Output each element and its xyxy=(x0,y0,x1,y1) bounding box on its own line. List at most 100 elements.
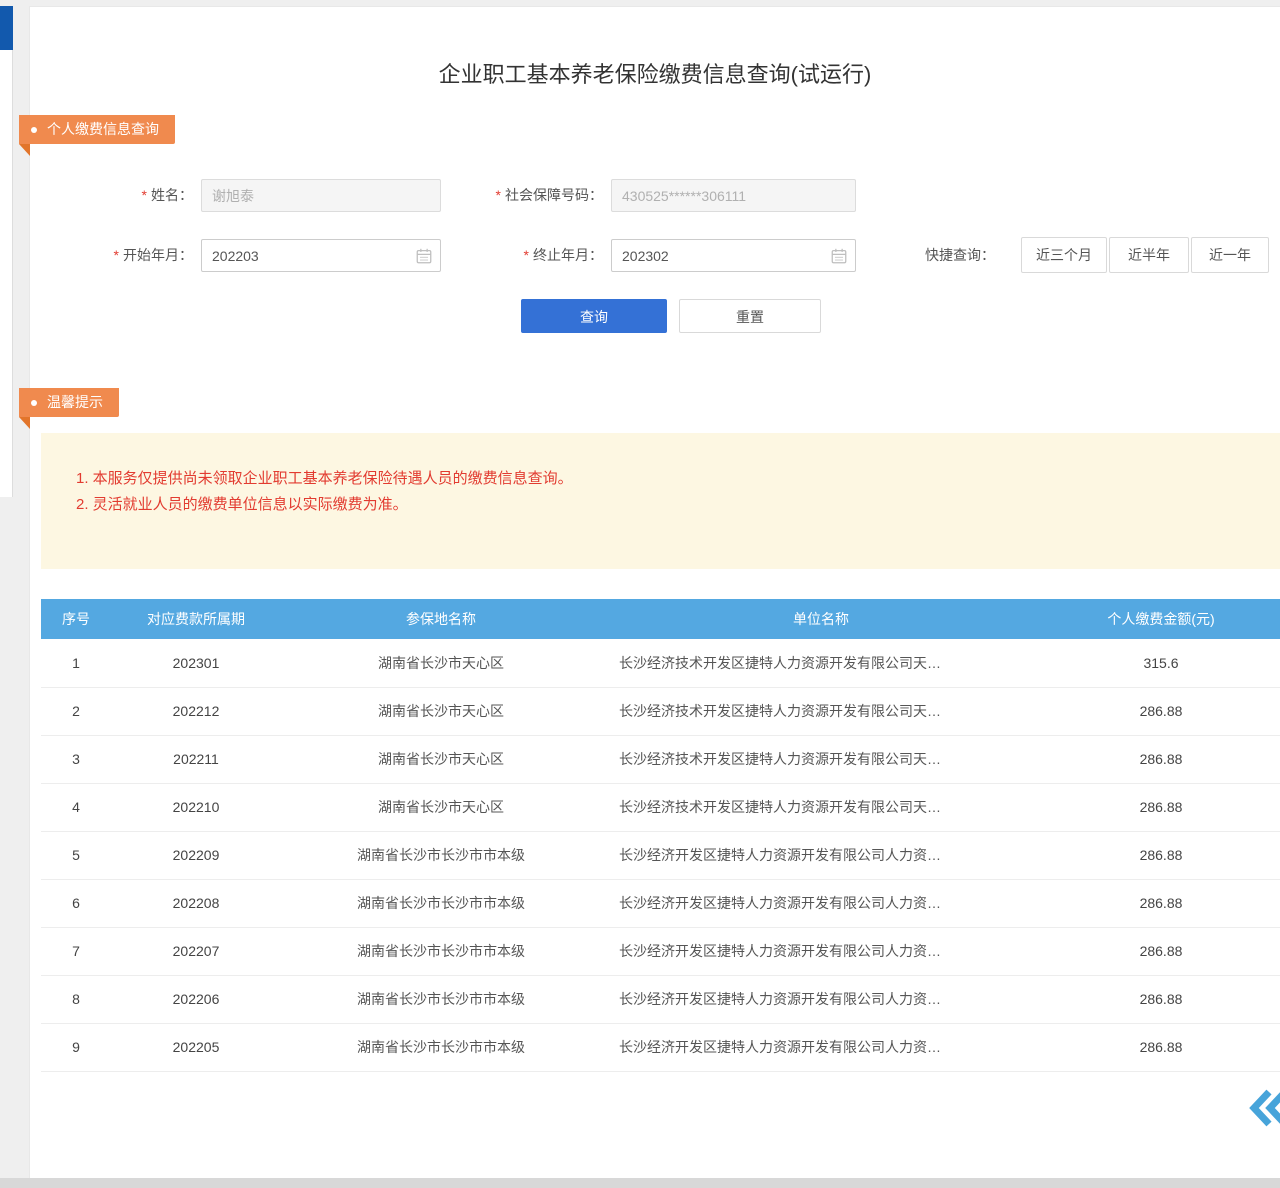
table-cell: 286.88 xyxy=(1041,783,1280,831)
table-row: 5202209湖南省长沙市长沙市市本级长沙经济开发区捷特人力资源开发有限公司人力… xyxy=(41,831,1280,879)
table-cell: 湖南省长沙市长沙市市本级 xyxy=(281,831,601,879)
collapse-double-left-chevron-icon[interactable] xyxy=(1244,1087,1280,1129)
calendar-icon[interactable] xyxy=(415,247,433,265)
ssn-input[interactable] xyxy=(611,179,856,212)
page: { "page": { "title": "企业职工基本养老保险缴费信息查询(试… xyxy=(0,0,1280,1188)
table-cell: 8 xyxy=(41,975,111,1023)
column-header-amount: 个人缴费金额(元) xyxy=(1041,599,1280,639)
table-cell: 202206 xyxy=(111,975,281,1023)
table-cell: 3 xyxy=(41,735,111,783)
table-cell: 202205 xyxy=(111,1023,281,1071)
table-cell: 湖南省长沙市长沙市市本级 xyxy=(281,927,601,975)
column-header-employer: 单位名称 xyxy=(601,599,1041,639)
table-cell: 2 xyxy=(41,687,111,735)
start-date-label: *开始年月： xyxy=(50,239,193,272)
badge-fold-decoration xyxy=(19,417,30,429)
quick-query-last-half-year-button[interactable]: 近半年 xyxy=(1109,237,1189,273)
start-date-input[interactable] xyxy=(201,239,441,272)
table-cell: 202210 xyxy=(111,783,281,831)
table-cell: 湖南省长沙市天心区 xyxy=(281,735,601,783)
reset-button[interactable]: 重置 xyxy=(679,299,821,333)
name-input[interactable] xyxy=(201,179,441,212)
table-cell: 202207 xyxy=(111,927,281,975)
table-cell: 5 xyxy=(41,831,111,879)
quick-query-label: 快捷查询： xyxy=(925,237,1017,273)
table-cell: 4 xyxy=(41,783,111,831)
column-header-insured-place: 参保地名称 xyxy=(281,599,601,639)
left-sidebar-strip xyxy=(0,6,13,497)
tips-line-1: 1. 本服务仅提供尚未领取企业职工基本养老保险待遇人员的缴费信息查询。 xyxy=(76,466,573,492)
sidebar-blue-block xyxy=(0,6,13,50)
name-label: *姓名： xyxy=(50,179,193,212)
end-date-input[interactable] xyxy=(611,239,856,272)
table-cell: 315.6 xyxy=(1041,639,1280,687)
table-cell: 202301 xyxy=(111,639,281,687)
table-cell: 湖南省长沙市天心区 xyxy=(281,687,601,735)
query-section-badge: 个人缴费信息查询 xyxy=(19,115,175,144)
table-row: 4202210湖南省长沙市天心区长沙经济技术开发区捷特人力资源开发有限公司天…2… xyxy=(41,783,1280,831)
query-section-badge-label: 个人缴费信息查询 xyxy=(47,121,159,137)
table-cell: 1 xyxy=(41,639,111,687)
table-header: 序号 对应费款所属期 参保地名称 单位名称 个人缴费金额(元) xyxy=(41,599,1280,639)
required-mark: * xyxy=(496,187,501,203)
table-row: 6202208湖南省长沙市长沙市市本级长沙经济开发区捷特人力资源开发有限公司人力… xyxy=(41,879,1280,927)
table-cell: 长沙经济技术开发区捷特人力资源开发有限公司天… xyxy=(601,639,1041,687)
table-cell: 202212 xyxy=(111,687,281,735)
table-cell: 长沙经济技术开发区捷特人力资源开发有限公司天… xyxy=(601,783,1041,831)
results-table: 序号 对应费款所属期 参保地名称 单位名称 个人缴费金额(元) 1202301湖… xyxy=(41,599,1280,1072)
badge-bullet-icon xyxy=(31,400,37,406)
required-mark: * xyxy=(524,247,529,263)
tips-section-badge: 温馨提示 xyxy=(19,388,119,417)
end-date-label: *终止年月： xyxy=(443,239,603,272)
table-cell: 286.88 xyxy=(1041,687,1280,735)
table-cell: 7 xyxy=(41,927,111,975)
table-cell: 长沙经济技术开发区捷特人力资源开发有限公司天… xyxy=(601,735,1041,783)
table-cell: 6 xyxy=(41,879,111,927)
table-cell: 长沙经济技术开发区捷特人力资源开发有限公司天… xyxy=(601,687,1041,735)
table-row: 8202206湖南省长沙市长沙市市本级长沙经济开发区捷特人力资源开发有限公司人力… xyxy=(41,975,1280,1023)
table-row: 7202207湖南省长沙市长沙市市本级长沙经济开发区捷特人力资源开发有限公司人力… xyxy=(41,927,1280,975)
table-cell: 长沙经济开发区捷特人力资源开发有限公司人力资… xyxy=(601,879,1041,927)
table-cell: 286.88 xyxy=(1041,1023,1280,1071)
quick-query-last-year-button[interactable]: 近一年 xyxy=(1191,237,1269,273)
main-panel: 企业职工基本养老保险缴费信息查询(试运行) 个人缴费信息查询 *姓名： *社会保… xyxy=(29,6,1280,1178)
tips-section-badge-label: 温馨提示 xyxy=(47,394,103,410)
table-cell: 286.88 xyxy=(1041,831,1280,879)
table-cell: 286.88 xyxy=(1041,927,1280,975)
required-mark: * xyxy=(114,247,119,263)
table-cell: 湖南省长沙市天心区 xyxy=(281,783,601,831)
search-button[interactable]: 查询 xyxy=(521,299,667,333)
tips-line-2: 2. 灵活就业人员的缴费单位信息以实际缴费为准。 xyxy=(76,492,408,518)
table-cell: 湖南省长沙市长沙市市本级 xyxy=(281,879,601,927)
column-header-period: 对应费款所属期 xyxy=(111,599,281,639)
table-cell: 长沙经济开发区捷特人力资源开发有限公司人力资… xyxy=(601,1023,1041,1071)
table-cell: 长沙经济开发区捷特人力资源开发有限公司人力资… xyxy=(601,975,1041,1023)
table-cell: 湖南省长沙市长沙市市本级 xyxy=(281,1023,601,1071)
table-row: 9202205湖南省长沙市长沙市市本级长沙经济开发区捷特人力资源开发有限公司人力… xyxy=(41,1023,1280,1071)
badge-bullet-icon xyxy=(31,127,37,133)
table-cell: 286.88 xyxy=(1041,879,1280,927)
table-cell: 9 xyxy=(41,1023,111,1071)
table-cell: 286.88 xyxy=(1041,975,1280,1023)
table-row: 3202211湖南省长沙市天心区长沙经济技术开发区捷特人力资源开发有限公司天…2… xyxy=(41,735,1280,783)
table-cell: 202209 xyxy=(111,831,281,879)
badge-fold-decoration xyxy=(19,144,30,156)
bottom-window-strip xyxy=(0,1178,1280,1188)
ssn-label: *社会保障号码： xyxy=(443,179,603,212)
quick-query-last-3-months-button[interactable]: 近三个月 xyxy=(1021,237,1107,273)
table-cell: 湖南省长沙市长沙市市本级 xyxy=(281,975,601,1023)
calendar-icon[interactable] xyxy=(830,247,848,265)
required-mark: * xyxy=(142,187,147,203)
table-cell: 湖南省长沙市天心区 xyxy=(281,639,601,687)
table-row: 1202301湖南省长沙市天心区长沙经济技术开发区捷特人力资源开发有限公司天…3… xyxy=(41,639,1280,687)
table-cell: 长沙经济开发区捷特人力资源开发有限公司人力资… xyxy=(601,831,1041,879)
table-cell: 202211 xyxy=(111,735,281,783)
table-cell: 286.88 xyxy=(1041,735,1280,783)
table-cell: 长沙经济开发区捷特人力资源开发有限公司人力资… xyxy=(601,927,1041,975)
page-title: 企业职工基本养老保险缴费信息查询(试运行) xyxy=(30,57,1280,89)
table-cell: 202208 xyxy=(111,879,281,927)
table-body: 1202301湖南省长沙市天心区长沙经济技术开发区捷特人力资源开发有限公司天…3… xyxy=(41,639,1280,1071)
table-row: 2202212湖南省长沙市天心区长沙经济技术开发区捷特人力资源开发有限公司天…2… xyxy=(41,687,1280,735)
tips-notice-box: 1. 本服务仅提供尚未领取企业职工基本养老保险待遇人员的缴费信息查询。 2. 灵… xyxy=(41,433,1280,569)
column-header-index: 序号 xyxy=(41,599,111,639)
